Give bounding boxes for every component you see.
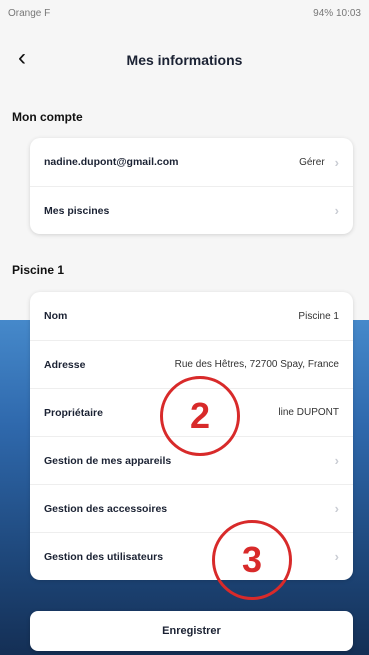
top-bar: ‹ Mes informations	[0, 40, 369, 80]
status-bar: Orange F 94% 10:03	[0, 0, 369, 26]
section-title-pool: Piscine 1	[12, 263, 65, 277]
my-pools-row[interactable]: Mes piscines ›	[30, 186, 353, 234]
chevron-right-icon: ›	[334, 501, 339, 516]
account-email-row[interactable]: nadine.dupont@gmail.com Gérer ›	[30, 138, 353, 186]
annotation-circle-3: 3	[212, 520, 292, 600]
chevron-right-icon: ›	[334, 453, 339, 468]
carrier-label: Orange F	[8, 7, 51, 19]
account-card: nadine.dupont@gmail.com Gérer › Mes pisc…	[30, 138, 353, 234]
row-label: Nom	[44, 310, 68, 322]
chevron-right-icon: ›	[334, 549, 339, 564]
status-right: 94% 10:03	[313, 7, 361, 19]
row-value: Piscine 1	[298, 310, 339, 322]
account-email: nadine.dupont@gmail.com	[44, 156, 179, 168]
save-button[interactable]: Enregistrer	[30, 611, 353, 651]
manage-link[interactable]: Gérer	[299, 157, 325, 168]
manage-accessories-row[interactable]: Gestion des accessoires ›	[30, 484, 353, 532]
row-label: Adresse	[44, 358, 86, 371]
pool-name-row[interactable]: Nom Piscine 1	[30, 292, 353, 340]
my-pools-label: Mes piscines	[44, 204, 110, 217]
row-label: Gestion des accessoires	[44, 502, 168, 515]
manage-users-row[interactable]: Gestion des utilisateurs ›	[30, 532, 353, 580]
row-label: Gestion des utilisateurs	[44, 550, 164, 563]
row-value: Rue des Hêtres, 72700 Spay, France	[174, 359, 339, 370]
page-title: Mes informations	[126, 52, 243, 68]
section-title-account: Mon compte	[12, 110, 83, 124]
row-value: line DUPONT	[278, 407, 339, 418]
row-label: Propriétaire	[44, 406, 103, 419]
annotation-circle-2: 2	[160, 376, 240, 456]
row-label: Gestion de mes appareils	[44, 454, 172, 467]
chevron-right-icon: ›	[334, 203, 339, 218]
chevron-right-icon: ›	[334, 154, 339, 170]
